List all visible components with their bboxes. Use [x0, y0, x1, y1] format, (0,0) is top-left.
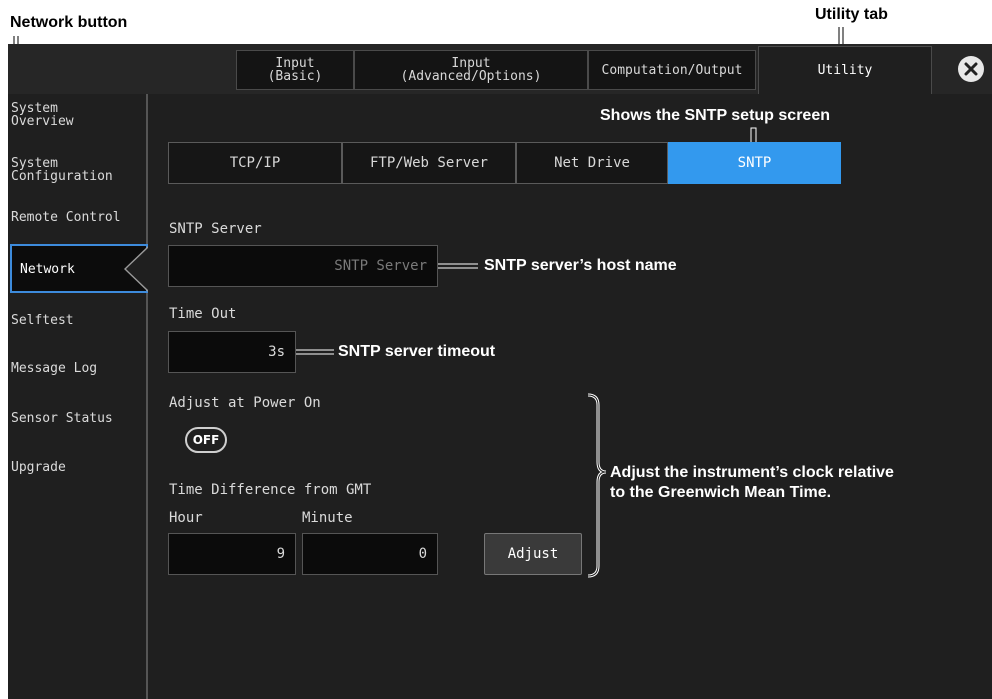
timeout-callout: SNTP server timeout	[338, 343, 496, 360]
subtab-sntp[interactable]: SNTP	[668, 142, 841, 184]
hour-label: Hour	[169, 510, 203, 526]
minute-label: Minute	[302, 510, 353, 526]
subtab-tcpip[interactable]: TCP/IP	[168, 142, 342, 184]
hour-field[interactable]: 9	[168, 533, 296, 575]
sntp-server-field[interactable]: SNTP Server	[168, 245, 438, 287]
inner-leaders	[296, 127, 757, 578]
sntp-server-label: SNTP Server	[169, 221, 262, 237]
adjust-callout-line2: to the Greenwich Mean Time.	[610, 484, 832, 501]
adjust-callout-line1: Adjust the instrument’s clock relative	[610, 464, 894, 481]
adjust-power-on-toggle[interactable]: OFF	[185, 427, 227, 453]
time-difference-label: Time Difference from GMT	[169, 482, 372, 498]
adjust-button[interactable]: Adjust	[484, 533, 582, 575]
host-name-callout: SNTP server’s host name	[484, 257, 677, 274]
minute-field[interactable]: 0	[302, 533, 438, 575]
timeout-label: Time Out	[169, 306, 237, 322]
subtab-ftp-web-server[interactable]: FTP/Web Server	[342, 142, 516, 184]
adjust-power-on-label: Adjust at Power On	[169, 395, 321, 411]
timeout-field[interactable]: 3s	[168, 331, 296, 373]
subtab-net-drive[interactable]: Net Drive	[516, 142, 668, 184]
